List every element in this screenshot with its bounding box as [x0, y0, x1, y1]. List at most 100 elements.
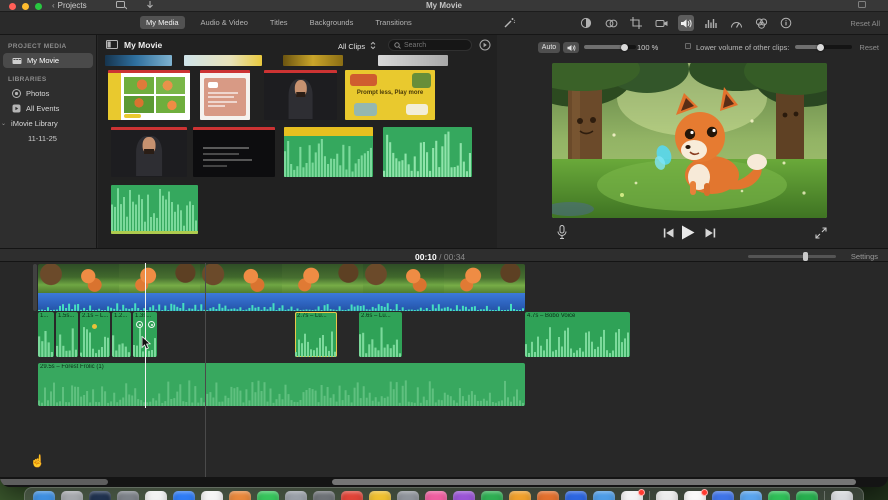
sidebar-item-imovie-library[interactable]: ⌄ iMovie Library — [1, 116, 93, 131]
sidebar-item-my-movie[interactable]: My Movie — [3, 53, 93, 68]
dock-app-icon-2[interactable] — [61, 491, 83, 500]
sidebar-item-photos[interactable]: Photos — [3, 86, 93, 101]
download-arrow-icon[interactable] — [146, 1, 154, 10]
dock-app-icon-13[interactable] — [369, 491, 391, 500]
dock-app-icon-31[interactable] — [831, 491, 853, 500]
dock-app-icon-27[interactable] — [740, 491, 762, 500]
dock-app-icon-19[interactable] — [537, 491, 559, 500]
scrollbar-left-segment[interactable] — [0, 479, 108, 485]
volume-slider[interactable] — [584, 43, 636, 51]
timeline-zoom-knob[interactable] — [803, 252, 808, 261]
dock-app-icon-15[interactable] — [425, 491, 447, 500]
media-thumbnail-foxpage[interactable] — [108, 70, 190, 120]
record-voiceover-mic-icon[interactable] — [557, 225, 567, 240]
dock-app-icon-25[interactable] — [684, 489, 708, 500]
dock-app-icon-21[interactable] — [593, 491, 615, 500]
minimize-window-button[interactable] — [22, 2, 29, 10]
lower-volume-checkbox[interactable] — [685, 43, 691, 49]
dock-app-icon-29[interactable] — [796, 491, 818, 500]
media-thumbnail-note[interactable] — [200, 70, 250, 120]
mute-button[interactable] — [563, 42, 579, 53]
media-thumbnail-promo[interactable]: Prompt less, Play more — [345, 70, 435, 120]
dock-app-icon-5[interactable] — [145, 491, 167, 500]
media-thumbnail-webcam[interactable] — [264, 70, 337, 120]
media-thumbnail-terminal[interactable] — [193, 127, 275, 177]
tab-audio-video[interactable]: Audio & Video — [195, 16, 254, 29]
dock-app-icon-18[interactable] — [509, 491, 531, 500]
clip-filter-dropdown[interactable]: All Clips — [338, 41, 376, 51]
dock-app-icon-7[interactable] — [201, 491, 223, 500]
timeline-settings-button[interactable]: Settings — [851, 252, 878, 261]
color-correction-icon[interactable] — [603, 15, 619, 31]
continuous-playback-icon[interactable] — [479, 39, 491, 51]
dock-app-icon-1[interactable] — [33, 491, 55, 500]
media-thumbnail-wave-gold[interactable] — [284, 127, 373, 177]
dock-app-icon-24[interactable] — [656, 491, 678, 500]
dock-app-icon-16[interactable] — [453, 491, 475, 500]
video-audio-waveform[interactable] — [38, 293, 525, 311]
crop-icon[interactable] — [628, 15, 644, 31]
media-thumbnail-strip-gold[interactable] — [283, 55, 343, 66]
dock-app-icon-12[interactable] — [341, 491, 363, 500]
tab-transitions[interactable]: Transitions — [369, 16, 417, 29]
audio-clip[interactable]: 2.7s – Lu... — [295, 312, 337, 357]
previous-frame-icon[interactable] — [663, 228, 674, 238]
media-thumbnail-wave2[interactable] — [111, 185, 198, 234]
lower-volume-slider[interactable] — [795, 43, 852, 51]
import-media-icon[interactable] — [116, 1, 127, 10]
audio-clip[interactable]: 1.2... — [112, 312, 131, 357]
dock-app-icon-8[interactable] — [229, 491, 251, 500]
dock-app-icon-20[interactable] — [565, 491, 587, 500]
speed-icon[interactable] — [728, 15, 744, 31]
media-thumbnail-webcam[interactable] — [111, 127, 187, 177]
window-options-icon[interactable] — [858, 1, 867, 9]
fullscreen-icon[interactable] — [815, 227, 827, 239]
background-music-clip[interactable]: 29.5s – Forest Frolic (1) — [38, 363, 525, 406]
search-input[interactable]: Search — [388, 39, 472, 51]
audio-clip[interactable]: 1.5s... — [56, 312, 78, 357]
scrollbar-thumb[interactable] — [332, 479, 856, 485]
dock-app-icon-10[interactable] — [285, 491, 307, 500]
sidebar-toggle-icon[interactable] — [106, 40, 118, 49]
audio-clip[interactable]: 1... — [38, 312, 54, 357]
media-thumbnail-strip-blue[interactable] — [105, 55, 172, 66]
volume-slider-knob[interactable] — [621, 43, 628, 51]
clip-filter-icon[interactable] — [753, 15, 769, 31]
dock-app-icon-28[interactable] — [768, 491, 790, 500]
audio-clip[interactable]: 4.7s – Bobo Voice — [525, 312, 630, 357]
next-frame-icon[interactable] — [705, 228, 716, 238]
media-thumbnail-strip-light[interactable] — [184, 55, 262, 66]
sidebar-item-event-date[interactable]: 11-11-25 — [0, 131, 96, 145]
enhance-magic-wand-icon[interactable] — [502, 16, 516, 30]
audio-clip[interactable]: 2.6s – Lu... — [359, 312, 402, 357]
tab-my-media[interactable]: My Media — [140, 16, 185, 29]
back-to-projects-button[interactable]: ‹ Projects — [52, 1, 87, 10]
color-balance-icon[interactable] — [578, 15, 594, 31]
auto-volume-button[interactable]: Auto — [538, 42, 560, 53]
media-thumbnail-wave[interactable] — [383, 127, 472, 177]
dock-app-icon-26[interactable] — [712, 491, 734, 500]
dock-app-icon-9[interactable] — [257, 491, 279, 500]
lower-volume-slider-knob[interactable] — [817, 43, 824, 51]
stabilization-icon[interactable] — [653, 15, 669, 31]
dock-app-icon-4[interactable] — [117, 491, 139, 500]
tab-backgrounds[interactable]: Backgrounds — [304, 16, 360, 29]
video-track-filmstrip[interactable] — [38, 264, 525, 293]
audio-clip[interactable]: 2.1s – L... — [80, 312, 110, 357]
tab-titles[interactable]: Titles — [264, 16, 294, 29]
dock-app-icon-3[interactable] — [89, 491, 111, 500]
dock-app-icon-17[interactable] — [481, 491, 503, 500]
play-button-icon[interactable] — [681, 225, 695, 240]
dock-app-icon-11[interactable] — [313, 491, 335, 500]
dock-app-icon-22[interactable] — [621, 489, 645, 500]
dock-app-icon-14[interactable] — [397, 491, 419, 500]
timeline-zoom-slider[interactable] — [748, 252, 836, 261]
volume-icon[interactable] — [678, 15, 694, 31]
noise-reduction-icon[interactable] — [703, 15, 719, 31]
reset-all-button[interactable]: Reset All — [850, 19, 880, 28]
clip-trim-handle[interactable] — [33, 264, 37, 311]
zoom-window-button[interactable] — [35, 2, 42, 10]
media-thumbnail-strip-people[interactable] — [378, 55, 448, 66]
dock-app-icon-6[interactable] — [173, 491, 195, 500]
close-window-button[interactable] — [9, 2, 16, 10]
